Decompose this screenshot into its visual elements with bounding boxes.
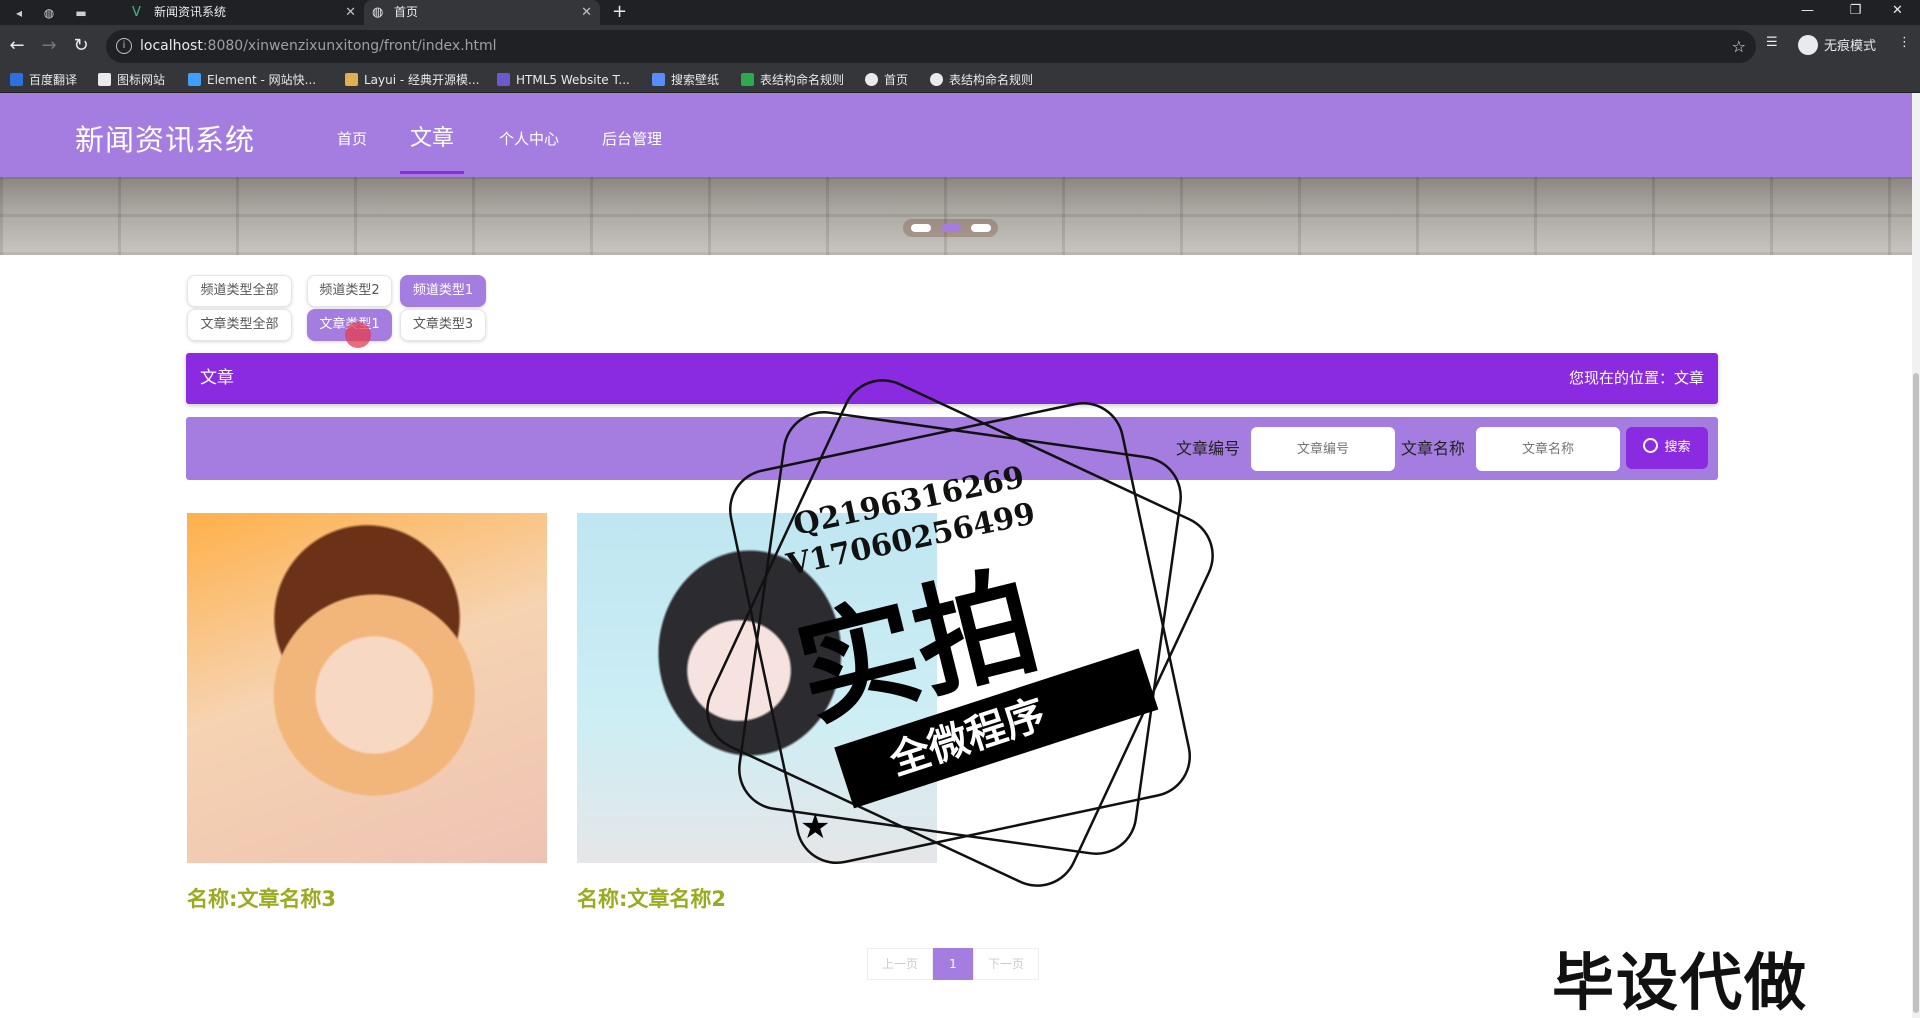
globe-icon	[930, 73, 943, 86]
article-image[interactable]	[187, 513, 547, 863]
filter-article-3[interactable]: 文章类型3	[400, 309, 486, 341]
minimize-button[interactable]: —	[1785, 0, 1830, 25]
section-title: 文章	[200, 368, 234, 388]
bookmark-item[interactable]: 百度翻译	[10, 68, 77, 92]
close-tab-icon[interactable]: ✕	[345, 0, 356, 25]
back-icon[interactable]: ←	[6, 35, 28, 57]
restore-button[interactable]: ❐	[1833, 0, 1878, 25]
bookmark-item[interactable]: 表结构命名规则	[741, 68, 844, 92]
page-scrollbar[interactable]	[1912, 93, 1920, 1018]
star-icon: ★	[800, 807, 830, 847]
browser-tab-strip: ◂ ◍ ▬ V 新闻资讯系统 ✕ ◍ 首页 ✕ + — ❐ ✕	[0, 0, 1920, 25]
globe-icon: ◍	[372, 5, 384, 20]
layui-icon	[345, 73, 358, 86]
sheet-icon	[741, 73, 754, 86]
filter-article-all[interactable]: 文章类型全部	[187, 309, 292, 341]
watermark-stamp: Q2196316269 V17060256499 实拍 全微程序 ★ ★	[706, 379, 1214, 887]
reading-list-icon[interactable]: ☰	[1766, 35, 1778, 50]
search-icon	[1643, 438, 1659, 453]
pagination-page-1[interactable]: 1	[933, 948, 973, 980]
carousel-dots	[903, 219, 998, 237]
pagination-prev[interactable]: 上一页	[867, 948, 933, 980]
article-name-label: 文章名称	[1401, 439, 1466, 458]
address-bar[interactable]: i localhost:8080/xinwenzixunxitong/front…	[106, 30, 1756, 63]
bookmarks-bar: 百度翻译 图标网站 Element - 网站快... Layui - 经典开源模…	[0, 68, 1920, 93]
nav-articles[interactable]: 文章	[410, 120, 454, 152]
globe-icon	[865, 73, 878, 86]
wallpaper-icon	[652, 73, 665, 86]
bookmark-item[interactable]: HTML5 Website T...	[497, 68, 630, 92]
bookmark-item[interactable]: 图标网站	[98, 68, 165, 92]
carousel-dot[interactable]	[911, 224, 931, 232]
banner-carousel[interactable]	[0, 177, 1912, 255]
incognito-icon[interactable]	[1798, 35, 1818, 55]
breadcrumb: 您现在的位置：文章	[1568, 369, 1704, 387]
audio-icon[interactable]: ◂	[10, 4, 28, 22]
globe-icon[interactable]: ◍	[40, 4, 58, 22]
close-window-button[interactable]: ✕	[1875, 0, 1920, 25]
element-icon	[188, 73, 201, 86]
vue-icon: V	[132, 5, 141, 20]
tab-title: 首页	[394, 5, 419, 19]
new-tab-button[interactable]: +	[612, 0, 627, 24]
url-text[interactable]: localhost:8080/xinwenzixunxitong/front/i…	[140, 30, 497, 63]
article-id-input[interactable]	[1251, 427, 1395, 471]
bookmark-item[interactable]: 首页	[865, 68, 908, 92]
carousel-dot[interactable]	[971, 224, 991, 232]
mouse-cursor-highlight	[345, 322, 371, 348]
bookmark-item[interactable]: 搜索壁纸	[652, 68, 719, 92]
reload-icon[interactable]: ↻	[70, 35, 92, 57]
article-name-input[interactable]	[1476, 427, 1620, 471]
page-content: 新闻资讯系统 首页 文章 个人中心 后台管理 频道类型全部 频道类型2 频道类型…	[0, 93, 1912, 1018]
flag-icon	[98, 73, 111, 86]
filter-channel-1[interactable]: 频道类型1	[400, 275, 486, 307]
article-name[interactable]: 名称:文章名称3	[187, 883, 567, 913]
watermark-corner-text: 毕设代做	[1552, 946, 1809, 1018]
bookmark-item[interactable]: Element - 网站快...	[188, 68, 316, 92]
html5-icon	[497, 73, 510, 86]
tab-title: 新闻资讯系统	[154, 5, 227, 19]
tab-news-system[interactable]: V 新闻资讯系统 ✕	[124, 0, 364, 25]
article-card[interactable]: 名称:文章名称3	[187, 513, 547, 911]
bookmark-star-icon[interactable]: ☆	[1732, 30, 1746, 63]
filter-channel-all[interactable]: 频道类型全部	[187, 275, 292, 307]
window-icon[interactable]: ▬	[72, 4, 90, 22]
site-header: 新闻资讯系统 首页 文章 个人中心 后台管理	[0, 93, 1912, 177]
info-icon[interactable]: i	[116, 38, 132, 54]
site-logo[interactable]: 新闻资讯系统	[75, 117, 255, 159]
nav-profile[interactable]: 个人中心	[499, 128, 559, 149]
address-toolbar: ← → ↻ i localhost:8080/xinwenzixunxitong…	[0, 25, 1920, 68]
scrollbar-thumb[interactable]	[1913, 373, 1919, 1013]
bookmark-item[interactable]: Layui - 经典开源模...	[345, 68, 479, 92]
translate-icon	[10, 73, 23, 86]
nav-active-indicator	[400, 171, 464, 174]
nav-admin[interactable]: 后台管理	[602, 128, 662, 149]
pagination-next[interactable]: 下一页	[973, 948, 1039, 980]
tab-home[interactable]: ◍ 首页 ✕	[364, 0, 600, 25]
bookmark-item[interactable]: 表结构命名规则	[930, 68, 1033, 92]
star-icon: ★	[1090, 687, 1120, 727]
menu-icon[interactable]: ⋮	[1898, 35, 1911, 50]
filter-channel-2[interactable]: 频道类型2	[307, 275, 392, 307]
incognito-label[interactable]: 无痕模式	[1824, 35, 1876, 54]
carousel-dot-active[interactable]	[941, 224, 961, 232]
search-button[interactable]: 搜索	[1626, 427, 1708, 469]
forward-icon[interactable]: →	[38, 35, 60, 57]
close-tab-icon[interactable]: ✕	[581, 0, 592, 25]
nav-home[interactable]: 首页	[337, 128, 367, 149]
